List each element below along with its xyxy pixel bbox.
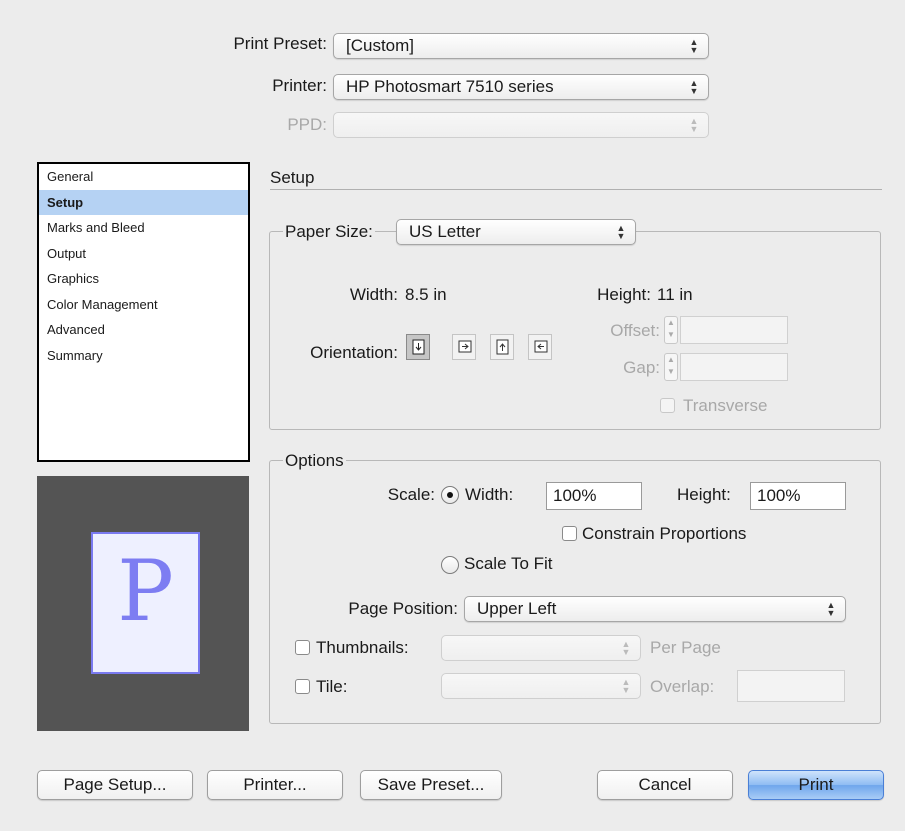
height-value: 11 in xyxy=(657,285,693,304)
sidebar-item-summary[interactable]: Summary xyxy=(39,343,248,369)
width-label: Width: xyxy=(349,285,398,304)
updown-arrows-icon: ▲ ▼ xyxy=(689,78,699,96)
tile-label: Tile: xyxy=(316,677,348,696)
scale-height-field[interactable]: 100% xyxy=(750,482,846,510)
page-position-label: Page Position: xyxy=(348,599,458,618)
ppd-label: PPD: xyxy=(287,115,327,134)
section-divider xyxy=(270,189,882,190)
offset-field xyxy=(680,316,788,344)
updown-arrows-icon: ▲ ▼ xyxy=(826,600,836,618)
tile-select: ▲ ▼ xyxy=(441,673,641,699)
printer-select[interactable]: HP Photosmart 7510 series ▲ ▼ xyxy=(333,74,709,100)
updown-arrows-icon: ▲ ▼ xyxy=(616,223,626,241)
transverse-checkbox xyxy=(660,398,675,413)
print-preset-select[interactable]: [Custom] ▲ ▼ xyxy=(333,33,709,59)
print-dialog: Print Preset: [Custom] ▲ ▼ Printer: HP Ph… xyxy=(0,0,905,831)
print-preset-value: [Custom] xyxy=(346,36,415,55)
transverse-label: Transverse xyxy=(683,396,768,415)
scale-width-radio[interactable] xyxy=(441,486,459,504)
landscape-icon[interactable] xyxy=(452,334,476,360)
overlap-label: Overlap: xyxy=(650,677,715,696)
printer-button[interactable]: Printer... xyxy=(207,770,343,800)
scale-label: Scale: xyxy=(387,485,435,504)
gap-label: Gap: xyxy=(623,358,660,377)
updown-arrows-icon: ▲ ▼ xyxy=(621,639,631,657)
ppd-select: ▲ ▼ xyxy=(333,112,709,138)
page-position-select[interactable]: Upper Left ▲ ▼ xyxy=(464,596,846,622)
offset-stepper: ▲ ▼ xyxy=(664,316,678,344)
height-label: Height: xyxy=(597,285,651,304)
scale-to-fit-label: Scale To Fit xyxy=(464,554,553,573)
scale-height-label: Height: xyxy=(677,485,731,504)
orientation-label: Orientation: xyxy=(310,343,398,362)
sidebar-item-advanced[interactable]: Advanced xyxy=(39,317,248,343)
paper-size-value: US Letter xyxy=(409,222,481,241)
options-legend: Options xyxy=(283,451,346,471)
constrain-proportions-label: Constrain Proportions xyxy=(582,524,747,543)
reverse-landscape-icon[interactable] xyxy=(528,334,552,360)
cancel-button[interactable]: Cancel xyxy=(597,770,733,800)
reverse-portrait-icon[interactable] xyxy=(490,334,514,360)
overlap-field xyxy=(737,670,845,702)
portrait-icon[interactable] xyxy=(406,334,430,360)
thumbnails-checkbox[interactable] xyxy=(295,640,310,655)
gap-stepper: ▲ ▼ xyxy=(664,353,678,381)
print-button[interactable]: Print xyxy=(748,770,884,800)
preview-glyph: P xyxy=(117,542,174,640)
updown-arrows-icon: ▲ ▼ xyxy=(621,677,631,695)
scale-width-radio-label: Width: xyxy=(465,485,514,504)
print-preset-label: Print Preset: xyxy=(233,34,327,53)
preview-page: P xyxy=(91,532,200,674)
tile-checkbox[interactable] xyxy=(295,679,310,694)
page-position-value: Upper Left xyxy=(477,599,557,618)
gap-field xyxy=(680,353,788,381)
sidebar-item-output[interactable]: Output xyxy=(39,241,248,267)
sidebar-item-marks-and-bleed[interactable]: Marks and Bleed xyxy=(39,215,248,241)
per-page-label: Per Page xyxy=(650,638,721,657)
save-preset-button[interactable]: Save Preset... xyxy=(360,770,502,800)
page-preview: P xyxy=(37,476,249,731)
category-list[interactable]: General Setup Marks and Bleed Output Gra… xyxy=(37,162,250,462)
sidebar-item-general[interactable]: General xyxy=(39,164,248,190)
paper-size-label: Paper Size: xyxy=(283,222,375,242)
sidebar-item-setup[interactable]: Setup xyxy=(39,189,248,215)
thumbnails-select: ▲ ▼ xyxy=(441,635,641,661)
constrain-proportions-checkbox[interactable] xyxy=(562,526,577,541)
section-title: Setup xyxy=(270,168,315,187)
printer-label: Printer: xyxy=(272,76,327,95)
sidebar-item-color-management[interactable]: Color Management xyxy=(39,292,248,318)
scale-to-fit-radio[interactable] xyxy=(441,556,459,574)
paper-size-select[interactable]: US Letter ▲ ▼ xyxy=(396,219,636,245)
thumbnails-label: Thumbnails: xyxy=(316,638,409,657)
printer-value: HP Photosmart 7510 series xyxy=(346,77,554,96)
updown-arrows-icon: ▲ ▼ xyxy=(689,116,699,134)
sidebar-item-graphics[interactable]: Graphics xyxy=(39,266,248,292)
offset-label: Offset: xyxy=(610,321,660,340)
page-setup-button[interactable]: Page Setup... xyxy=(37,770,193,800)
updown-arrows-icon: ▲ ▼ xyxy=(689,37,699,55)
width-value: 8.5 in xyxy=(405,285,447,304)
scale-width-field[interactable]: 100% xyxy=(546,482,642,510)
